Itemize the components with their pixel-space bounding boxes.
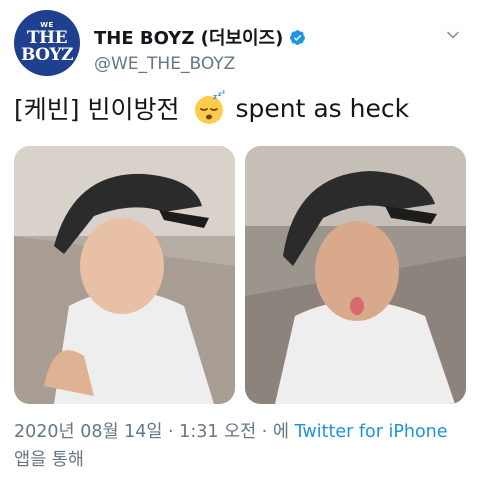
tweet-meta: 2020년 08월 14일 · 1:31 오전 · 에 Twitter for … (14, 418, 466, 474)
display-name[interactable]: THE BOYZ (더보이즈) (94, 24, 283, 50)
source-link[interactable]: Twitter for iPhone (295, 422, 448, 442)
name-row[interactable]: THE BOYZ (더보이즈) (94, 24, 306, 50)
tweet-header: WE THE BOYZ THE BOYZ (더보이즈) @WE_THE_BOYZ (14, 10, 470, 76)
tweet-text: [케빈] 빈이방전 z z z spent as heck (14, 90, 409, 126)
photo-grid (14, 146, 466, 404)
tweet-text-before-emoji: [케빈] 빈이방전 (14, 95, 180, 124)
photo-left[interactable] (14, 146, 235, 404)
avatar-text-line2: BOYZ (20, 45, 74, 65)
svg-text:z: z (222, 90, 225, 96)
tweet-text-after-emoji: spent as heck (235, 93, 410, 123)
svg-text:z: z (213, 93, 217, 101)
selfie-photo-icon (14, 146, 235, 404)
verified-badge-icon (290, 29, 306, 45)
sleeping-face-emoji-icon: z z z (191, 90, 227, 126)
handle[interactable]: @WE_THE_BOYZ (94, 54, 235, 74)
chevron-down-icon[interactable] (446, 28, 460, 42)
source-suffix: 앱을 통해 (14, 450, 84, 470)
photo-right[interactable] (245, 146, 466, 404)
selfie-photo-icon (245, 146, 466, 404)
timestamp[interactable]: 2020년 08월 14일 · 1:31 오전 · 에 (14, 422, 289, 442)
avatar[interactable]: WE THE BOYZ (14, 10, 80, 76)
